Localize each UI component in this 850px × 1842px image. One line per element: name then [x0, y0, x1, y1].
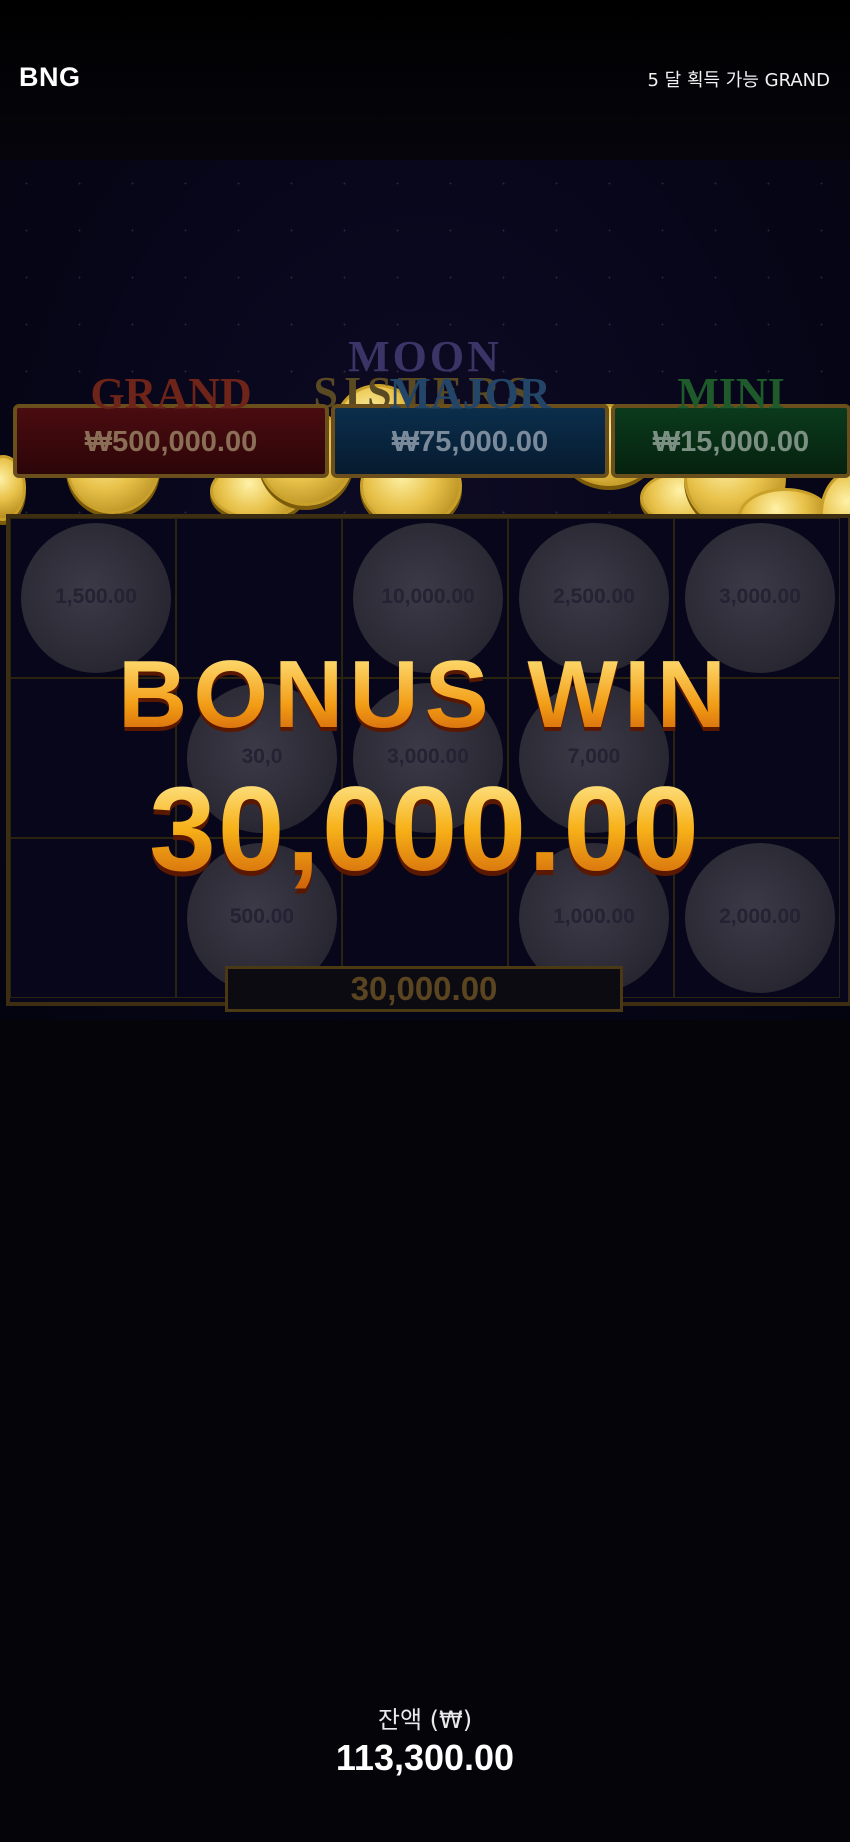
moon-value: 2,500.00 [553, 585, 635, 608]
top-bar: BNG 5 달 획득 가능 GRAND [0, 0, 850, 160]
jackpot-name: GRAND [90, 369, 252, 418]
grand-availability-note: 5 달 획득 가능 GRAND [647, 70, 830, 91]
game-scene: MOON SISTERS GRAND ₩500,000.00 MAJOR ₩75… [0, 160, 850, 1020]
jackpot-amount: ₩500,000.00 [84, 426, 258, 458]
moon-value: 2,000.00 [719, 905, 801, 928]
bonus-win-title: BONUS WIN [0, 640, 850, 750]
brand-logo: BNG [19, 62, 81, 92]
moon-value: 500.00 [229, 905, 295, 928]
jackpot-grand: GRAND ₩500,000.00 [13, 369, 329, 478]
jackpot-name: MINI [677, 369, 785, 418]
balance-label: 잔액 (₩) [377, 1706, 473, 1734]
jackpot-mini: MINI ₩15,000.00 [611, 369, 850, 478]
moon-value: 1,000.00 [553, 905, 635, 928]
moon-value: 3,000.00 [719, 585, 801, 608]
bonus-total-box: 30,000.00 [225, 966, 623, 1012]
jackpot-name: MAJOR [389, 369, 551, 418]
jackpot-major: MAJOR ₩75,000.00 [331, 369, 609, 478]
bonus-win-amount: 30,000.00 [0, 760, 850, 898]
balance-area: 잔액 (₩) 113,300.00 [0, 1700, 850, 1779]
balance-value: 113,300.00 [335, 1737, 515, 1778]
moon-value: 10,000.00 [381, 585, 475, 608]
jackpot-amount: ₩15,000.00 [652, 426, 810, 458]
moon-value: 1,500.00 [55, 585, 137, 608]
jackpot-panel: GRAND ₩500,000.00 MAJOR ₩75,000.00 MINI … [13, 369, 850, 478]
jackpot-amount: ₩75,000.00 [391, 426, 549, 458]
